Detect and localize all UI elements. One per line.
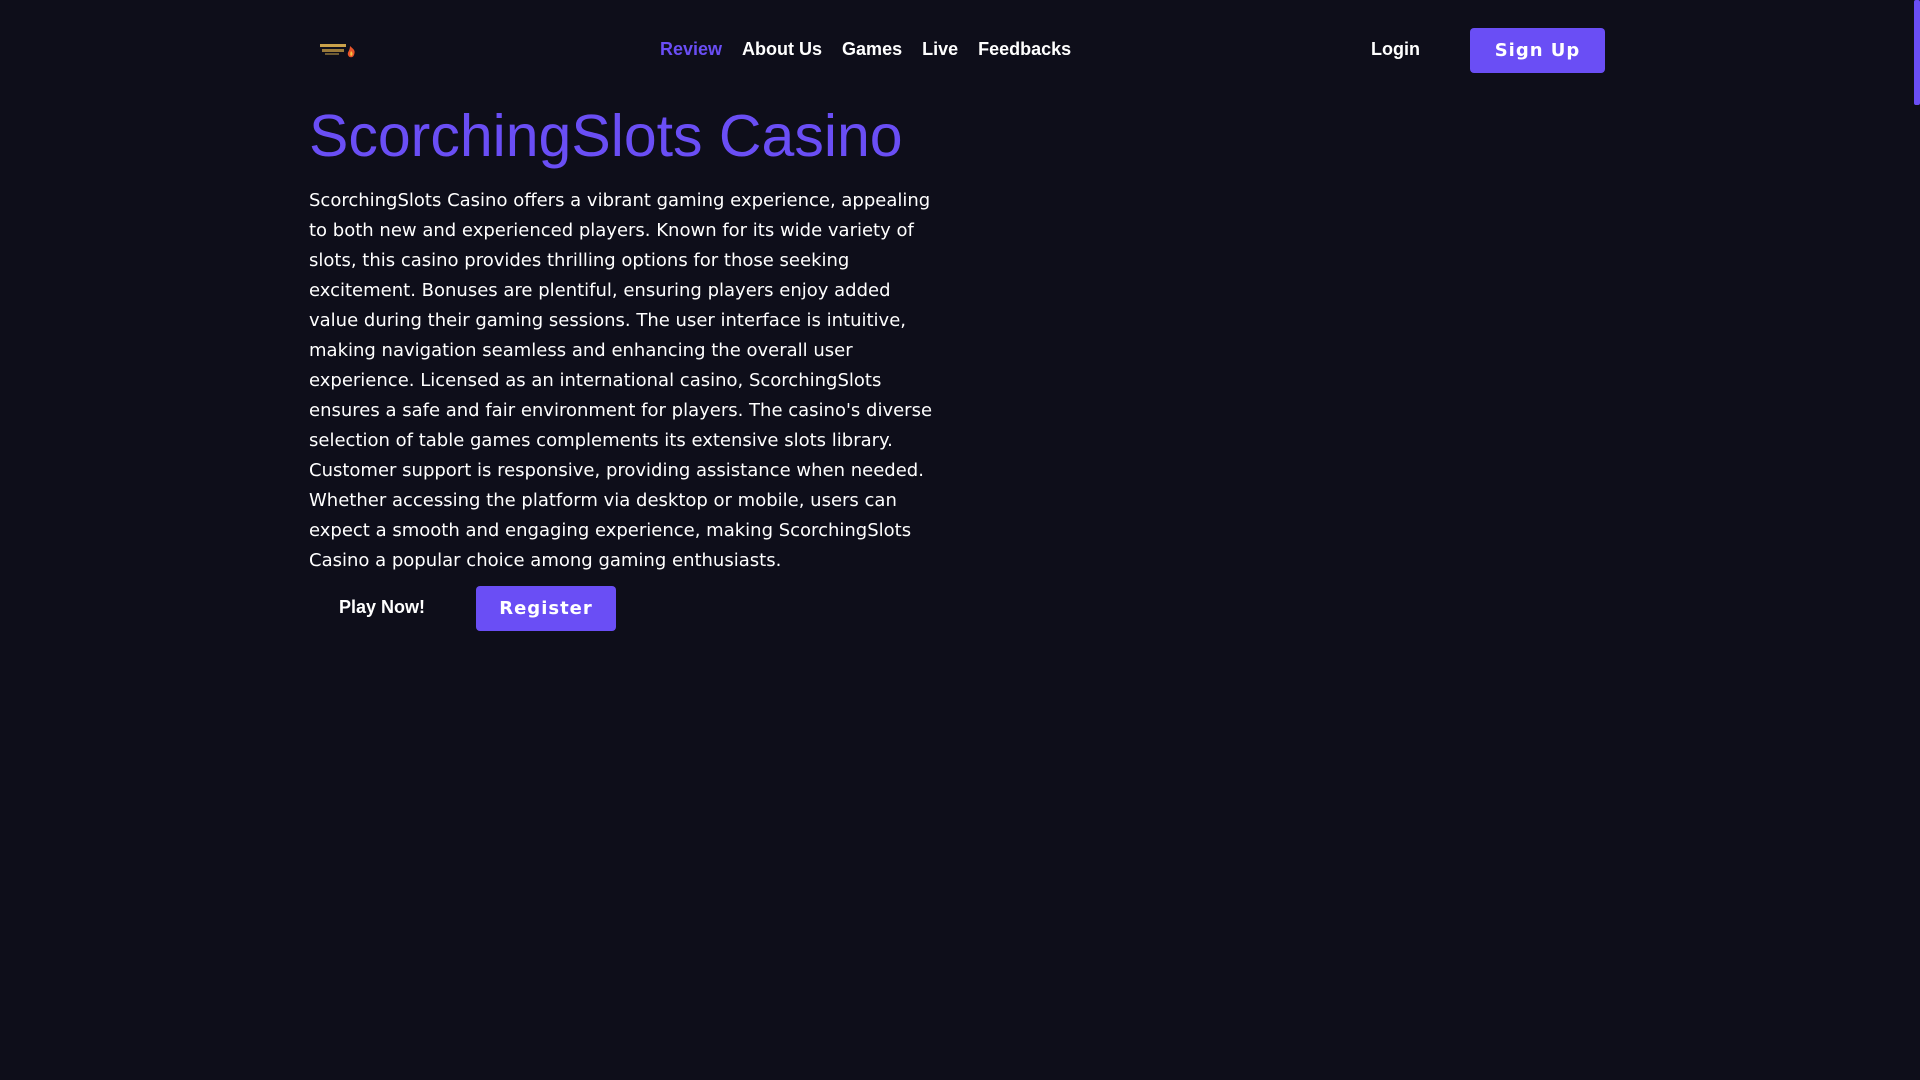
scrollbar[interactable]	[1914, 0, 1920, 1080]
nav-about-us[interactable]: About Us	[742, 36, 822, 62]
sign-up-button[interactable]: Sign Up	[1470, 28, 1605, 73]
casino-description: ScorchingSlots Casino offers a vibrant g…	[309, 190, 933, 571]
page-title: ScorchingSlots Casino	[309, 103, 903, 169]
site-header: Review About Us Games Live Feedbacks Log…	[0, 0, 1914, 100]
nav-feedbacks[interactable]: Feedbacks	[978, 36, 1071, 62]
nav-games[interactable]: Games	[842, 36, 902, 62]
main-nav: Review About Us Games Live Feedbacks	[660, 36, 1071, 62]
review-section: ScorchingSlots Casino ScorchingSlots Cas…	[309, 100, 939, 632]
scorchingslots-logo-icon	[320, 44, 355, 58]
nav-live[interactable]: Live	[922, 36, 958, 62]
nav-review[interactable]: Review	[660, 36, 722, 62]
cta-buttons: Play Now! Register	[309, 586, 939, 632]
register-button[interactable]: Register	[476, 586, 616, 631]
page: Review About Us Games Live Feedbacks Log…	[0, 0, 1920, 1080]
login-link[interactable]: Login	[1371, 36, 1420, 62]
scrollbar-thumb[interactable]	[1914, 0, 1920, 105]
play-now-button[interactable]: Play Now!	[339, 594, 425, 620]
logo[interactable]	[320, 42, 358, 59]
